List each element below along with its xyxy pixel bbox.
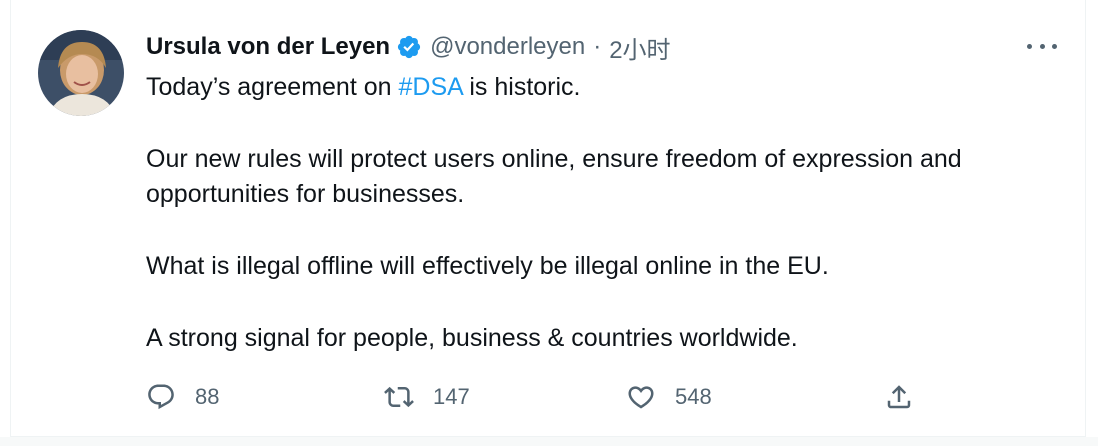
retweet-icon <box>384 382 414 412</box>
tweet-text-part: Today’s agreement on <box>146 73 399 101</box>
like-button[interactable]: 548 <box>626 375 712 419</box>
tweet-header: Ursula von der Leyen @vonderleyen · 2小时 <box>146 30 671 64</box>
more-icon[interactable] <box>1027 34 1057 58</box>
like-count: 548 <box>675 384 712 409</box>
tweet-paragraph: Our new rules will protect users online,… <box>146 145 962 208</box>
hashtag-link[interactable]: #DSA <box>398 73 462 101</box>
share-button[interactable] <box>884 375 914 419</box>
author-name[interactable]: Ursula von der Leyen <box>146 33 390 61</box>
tweet-paragraph: What is illegal offline will effectively… <box>146 252 829 280</box>
share-icon <box>884 382 914 412</box>
tweet-timestamp[interactable]: 2小时 <box>609 30 670 65</box>
tweet-paragraph: A strong signal for people, business & c… <box>146 324 798 352</box>
tweet-paragraph: Today’s agreement on #DSA is historic. <box>146 70 1046 105</box>
timeline-divider <box>0 437 1098 446</box>
reply-count: 88 <box>195 384 220 409</box>
like-icon <box>626 382 656 412</box>
tweet-text-part: is historic. <box>462 73 581 101</box>
reply-button[interactable]: 88 <box>146 375 219 419</box>
verified-badge-icon <box>396 34 422 60</box>
retweet-button[interactable]: 147 <box>384 375 470 419</box>
tweet-card[interactable]: Ursula von der Leyen @vonderleyen · 2小时 … <box>10 0 1086 437</box>
tweet-actions: 88 147 548 <box>146 375 1026 419</box>
reply-icon <box>146 382 176 412</box>
header-separator: · <box>593 33 602 60</box>
avatar[interactable] <box>38 30 124 116</box>
retweet-count: 147 <box>433 384 470 409</box>
tweet-text: Today’s agreement on #DSA is historic. O… <box>146 70 1046 356</box>
author-handle[interactable]: @vonderleyen <box>430 33 585 61</box>
